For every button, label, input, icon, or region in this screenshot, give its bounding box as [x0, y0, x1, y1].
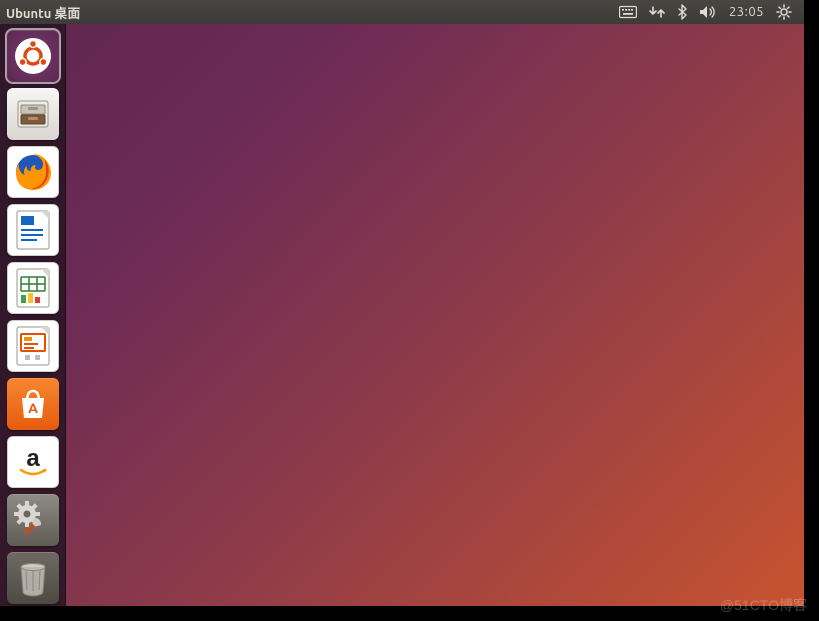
keyboard-indicator[interactable] [613, 0, 643, 24]
launcher-dash[interactable] [7, 30, 59, 82]
desktop-wallpaper[interactable] [0, 0, 804, 606]
ubuntu-logo-icon [13, 36, 53, 76]
file-cabinet-icon [13, 94, 53, 134]
keyboard-icon [619, 5, 637, 19]
bluetooth-indicator[interactable] [671, 0, 693, 24]
active-app-title: Ubuntu 桌面 [6, 3, 80, 22]
volume-icon [699, 5, 717, 19]
top-menubar: Ubuntu 桌面 23:05 [0, 0, 804, 24]
impress-icon [15, 325, 51, 367]
gear-wrench-icon [12, 499, 54, 541]
launcher-writer[interactable] [7, 204, 59, 256]
trash-icon [15, 558, 51, 598]
watermark: @51CTO博客 [720, 595, 807, 615]
network-icon [649, 5, 665, 19]
launcher-amazon[interactable]: a [7, 436, 59, 488]
launcher-software[interactable]: A [7, 378, 59, 430]
svg-text:A: A [28, 400, 38, 416]
launcher-settings[interactable] [7, 494, 59, 546]
amazon-icon: a [13, 442, 53, 482]
launcher-firefox[interactable] [7, 146, 59, 198]
clock[interactable]: 23:05 [723, 0, 770, 24]
firefox-icon [11, 150, 55, 194]
svg-text:a: a [26, 445, 40, 472]
launcher-trash[interactable] [7, 552, 59, 604]
launcher-files[interactable] [7, 88, 59, 140]
session-cog-icon [776, 4, 792, 20]
calc-icon [15, 267, 51, 309]
launcher-impress[interactable] [7, 320, 59, 372]
launcher-calc[interactable] [7, 262, 59, 314]
shopping-bag-icon: A [15, 386, 51, 422]
volume-indicator[interactable] [693, 0, 723, 24]
writer-icon [15, 209, 51, 251]
unity-launcher: A a [0, 24, 66, 606]
bluetooth-icon [677, 4, 687, 20]
session-indicator[interactable] [770, 0, 798, 24]
network-indicator[interactable] [643, 0, 671, 24]
